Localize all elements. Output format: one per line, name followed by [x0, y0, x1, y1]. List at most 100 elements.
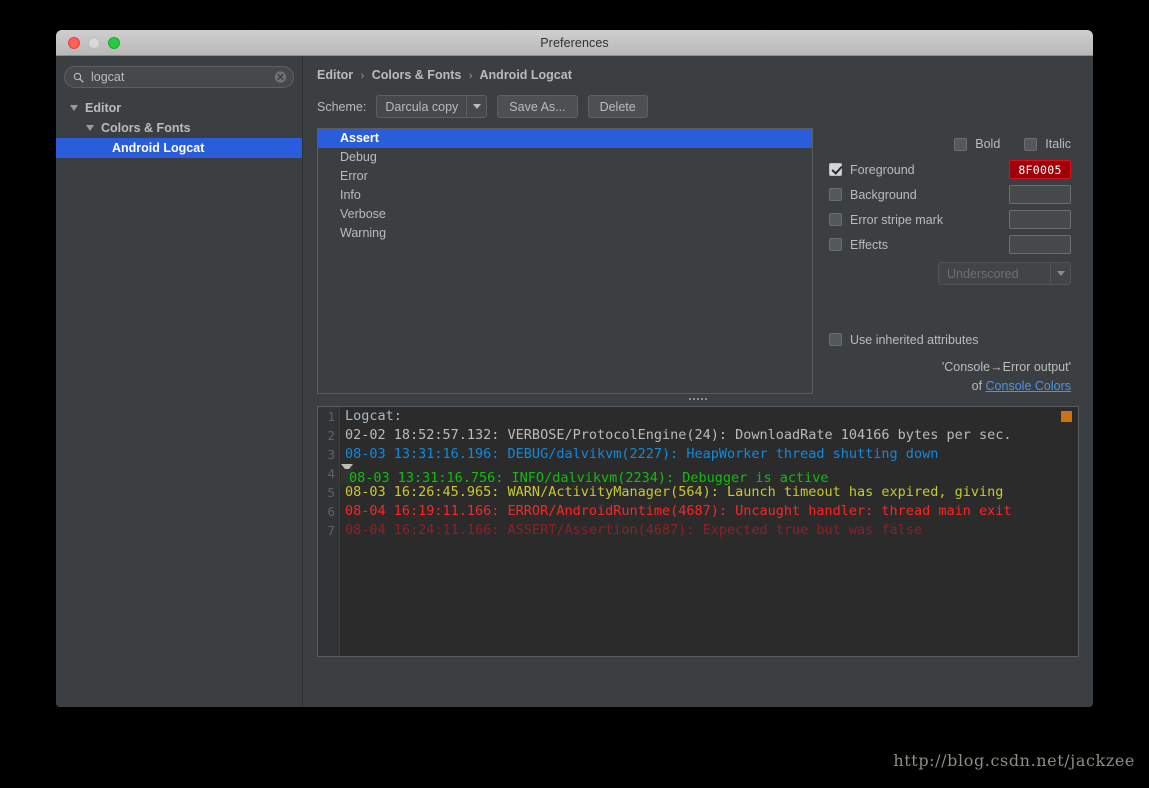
colors-editor-area: Assert Debug Error Info Verbose Warning …: [317, 128, 1079, 394]
line-number: 4: [327, 466, 335, 481]
minimize-button[interactable]: [88, 36, 100, 49]
scheme-toolbar: Scheme: Darcula copy Save As... Delete: [317, 95, 1079, 118]
line-number: 5: [327, 485, 335, 500]
error-stripe-checkbox[interactable]: [829, 213, 842, 226]
preview-code[interactable]: Logcat: 02-02 18:52:57.132: VERBOSE/Prot…: [341, 407, 1078, 656]
error-stripe-marker[interactable]: [1061, 411, 1072, 422]
search-field[interactable]: [64, 66, 294, 88]
inherited-source-name: 'Console→Error output': [941, 360, 1071, 374]
panel-splitter[interactable]: [317, 394, 1079, 406]
use-inherited-checkbox[interactable]: [829, 333, 842, 346]
splitter-grip-icon: [689, 398, 707, 400]
foreground-row: Foreground 8F0005: [829, 157, 1079, 182]
italic-checkbox[interactable]: [1024, 137, 1038, 151]
background-checkbox[interactable]: [829, 188, 842, 201]
inherited-source-prefix: of: [971, 379, 986, 393]
preview-line: 08-04 16:19:11.166: ERROR/AndroidRuntime…: [345, 503, 1012, 519]
effects-label: Effects: [850, 237, 888, 252]
window-title: Preferences: [540, 35, 609, 50]
list-item[interactable]: Debug: [318, 148, 812, 167]
error-stripe-row: Error stripe mark: [829, 207, 1079, 232]
preview-line: Logcat:: [345, 408, 402, 424]
settings-content: Editor › Colors & Fonts › Android Logcat…: [303, 56, 1093, 707]
effect-type-row: Underscored: [829, 262, 1079, 285]
delete-button[interactable]: Delete: [587, 95, 648, 118]
console-colors-link[interactable]: Console Colors: [986, 379, 1071, 393]
use-inherited-row[interactable]: Use inherited attributes: [829, 327, 1079, 352]
settings-sidebar: Editor Colors & Fonts Android Logcat: [56, 56, 303, 707]
window-titlebar: Preferences: [56, 30, 1093, 56]
color-key-list[interactable]: Assert Debug Error Info Verbose Warning: [317, 128, 813, 394]
search-icon: [73, 72, 84, 83]
scheme-label: Scheme:: [317, 99, 367, 114]
clear-search-icon[interactable]: [274, 71, 287, 84]
italic-label: Italic: [1045, 137, 1071, 151]
inherited-source-note: 'Console→Error output' of Console Colors: [829, 358, 1079, 396]
line-number: 6: [327, 504, 335, 519]
preview-line: 08-03 13:31:16.756: INFO/dalvikvm(2234):…: [341, 464, 829, 486]
breadcrumb-item-colors-and-fonts[interactable]: Colors & Fonts: [372, 68, 462, 82]
italic-checkbox-row[interactable]: Italic: [1024, 134, 1071, 154]
preferences-window: Preferences Editor: [56, 30, 1093, 707]
error-stripe-label: Error stripe mark: [850, 212, 944, 227]
scheme-value: Darcula copy: [385, 99, 459, 114]
search-input[interactable]: [89, 69, 271, 85]
preview-editor[interactable]: 1 2 3 4 5 6 7 Logcat: 02-02 18:52:57.132…: [317, 406, 1079, 657]
font-style-row: Bold Italic: [829, 134, 1079, 154]
foreground-label: Foreground: [850, 162, 915, 177]
list-item[interactable]: Warning: [318, 224, 812, 243]
line-number: 2: [327, 428, 335, 443]
sidebar-item-editor[interactable]: Editor: [64, 98, 294, 118]
sidebar-item-android-logcat[interactable]: Android Logcat: [56, 138, 302, 158]
breadcrumb-separator: ›: [360, 70, 365, 82]
preview-line: 02-02 18:52:57.132: VERBOSE/ProtocolEngi…: [345, 427, 1012, 443]
watermark: http://blog.csdn.net/jackzee: [893, 751, 1135, 770]
effects-checkbox[interactable]: [829, 238, 842, 251]
sidebar-item-label: Android Logcat: [112, 141, 205, 155]
effect-type-dropdown[interactable]: Underscored: [938, 262, 1071, 285]
zoom-button[interactable]: [108, 36, 120, 49]
line-number: 7: [327, 523, 335, 538]
background-row: Background: [829, 182, 1079, 207]
bold-checkbox[interactable]: [954, 137, 968, 151]
chevron-down-icon: [70, 105, 78, 111]
preview-line: 08-03 16:26:45.965: WARN/ActivityManager…: [345, 484, 1004, 500]
breadcrumb: Editor › Colors & Fonts › Android Logcat: [317, 68, 1079, 82]
settings-tree: Editor Colors & Fonts Android Logcat: [56, 98, 302, 158]
foreground-color-swatch[interactable]: 8F0005: [1009, 160, 1071, 179]
chevron-down-icon: [86, 125, 94, 131]
background-color-swatch[interactable]: [1009, 185, 1071, 204]
bold-label: Bold: [975, 137, 1001, 151]
bold-checkbox-row[interactable]: Bold: [954, 134, 1000, 154]
scheme-dropdown[interactable]: Darcula copy: [376, 95, 488, 118]
attributes-panel: Bold Italic Foreground 8F0005 Background…: [813, 128, 1079, 394]
breadcrumb-item-android-logcat[interactable]: Android Logcat: [480, 68, 572, 82]
list-item[interactable]: Assert: [318, 129, 812, 148]
line-number: 3: [327, 447, 335, 462]
close-button[interactable]: [68, 36, 80, 49]
list-item[interactable]: Error: [318, 167, 812, 186]
background-label: Background: [850, 187, 917, 202]
error-stripe-color-swatch[interactable]: [1009, 210, 1071, 229]
use-inherited-label: Use inherited attributes: [850, 332, 979, 347]
preview-line: 08-03 13:31:16.196: DEBUG/dalvikvm(2227)…: [345, 446, 939, 462]
preview-line: 08-04 16:24:11.166: ASSERT/Assertion(468…: [345, 522, 923, 538]
chevron-down-icon: [466, 96, 486, 117]
sidebar-item-label: Colors & Fonts: [101, 121, 191, 135]
save-as-button[interactable]: Save As...: [497, 95, 578, 118]
effects-color-swatch[interactable]: [1009, 235, 1071, 254]
list-item[interactable]: Info: [318, 186, 812, 205]
effect-type-value: Underscored: [947, 266, 1019, 281]
line-number: 1: [327, 409, 335, 424]
breadcrumb-separator: ›: [468, 70, 473, 82]
line-number-gutter: 1 2 3 4 5 6 7: [318, 407, 340, 656]
effects-row: Effects: [829, 232, 1079, 257]
window-body: Editor Colors & Fonts Android Logcat Edi…: [56, 56, 1093, 707]
breadcrumb-item-editor[interactable]: Editor: [317, 68, 353, 82]
foreground-checkbox[interactable]: [829, 163, 842, 176]
list-item[interactable]: Verbose: [318, 205, 812, 224]
chevron-down-icon: [1050, 263, 1070, 284]
window-traffic-lights: [68, 36, 120, 49]
sidebar-item-colors-and-fonts[interactable]: Colors & Fonts: [64, 118, 294, 138]
sidebar-item-label: Editor: [85, 101, 122, 115]
